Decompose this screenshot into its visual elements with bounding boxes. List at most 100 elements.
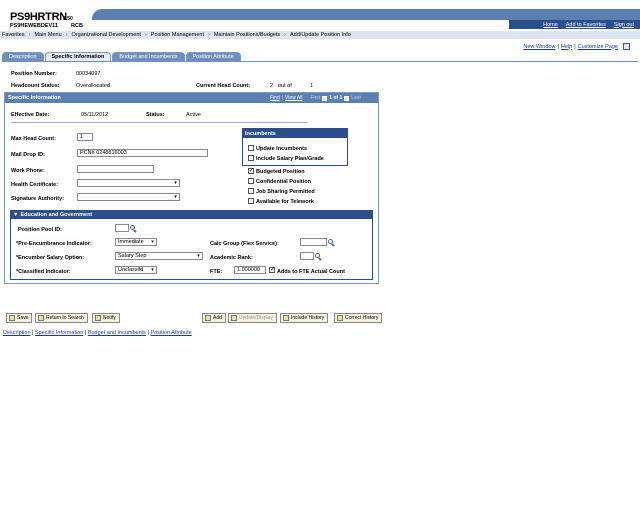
- app-version: 8.50: [63, 16, 73, 22]
- job-sharing-checkbox[interactable]: [248, 188, 254, 194]
- pre-encumbrance-select[interactable]: Immediate ▾: [115, 238, 157, 246]
- page-utility-links: New Window | Help | Customize Page: [523, 43, 630, 50]
- dropdown-arrow-icon: ▾: [174, 180, 177, 186]
- academic-rank-input[interactable]: [300, 252, 314, 260]
- add-button[interactable]: Add: [202, 313, 226, 323]
- next-icon[interactable]: [344, 95, 350, 101]
- find-link[interactable]: Find: [270, 95, 280, 101]
- help-link[interactable]: Help: [561, 44, 572, 50]
- out-of-value: 1: [310, 83, 314, 89]
- academic-rank-lookup-icon[interactable]: [315, 253, 322, 261]
- crumb-maintain-positions[interactable]: Maintain Positions/Budgets: [214, 32, 280, 38]
- add-to-favorites-link[interactable]: Add to Favorites: [566, 22, 606, 28]
- classified-indicator-select[interactable]: Unclassifd ▾: [115, 266, 157, 274]
- encumber-salary-label: *Encumber Salary Option:: [16, 255, 85, 261]
- customize-page-link[interactable]: Customize Page: [578, 44, 618, 50]
- chevron-right-icon: ›: [207, 32, 210, 38]
- divider: [11, 122, 308, 123]
- return-to-search-button[interactable]: Return to Search: [35, 313, 88, 323]
- signature-authority-label: Signature Authority:: [11, 196, 64, 202]
- page-options-icon[interactable]: [623, 43, 630, 50]
- position-pool-label: Position Pool ID:: [18, 227, 62, 233]
- budgeted-position-checkbox[interactable]: ✓: [248, 168, 254, 174]
- tab-specific-information[interactable]: Specific Information: [44, 52, 112, 61]
- crumb-favorites[interactable]: Favorites: [2, 32, 25, 38]
- encumber-salary-select[interactable]: Salary Step ▾: [115, 252, 203, 260]
- update-incumbents-checkbox[interactable]: [248, 145, 254, 151]
- pre-encumbrance-label: *Pre-Encumbrance Indicator:: [16, 241, 92, 247]
- crumb-org-dev[interactable]: Organizational Development: [72, 32, 141, 38]
- mail-drop-label: Mail Drop ID:: [11, 152, 45, 158]
- footer-link-position-attribute[interactable]: Position Attribute: [150, 330, 191, 336]
- app-name: PS9HRTRN: [10, 11, 67, 23]
- position-number-label: Position Number:: [11, 71, 57, 77]
- previous-icon[interactable]: [322, 95, 328, 101]
- update-display-button[interactable]: Update/Display: [228, 313, 277, 323]
- position-pool-input[interactable]: [115, 224, 129, 232]
- first-link[interactable]: First: [310, 95, 320, 101]
- dropdown-arrow-icon: ▾: [151, 239, 154, 245]
- max-head-count-input[interactable]: 1: [77, 133, 93, 141]
- current-head-count-value: 2: [270, 83, 274, 89]
- headcount-status-value: Overallocated: [76, 83, 110, 89]
- effective-date-label: Effective Date:: [11, 112, 50, 118]
- effective-date-value: 05/11/2012: [81, 112, 109, 118]
- telework-label: Available for Telework: [256, 199, 314, 205]
- status-value: Active: [186, 112, 201, 118]
- correct-history-button[interactable]: Correct History: [334, 313, 383, 323]
- save-button[interactable]: Save: [6, 313, 33, 323]
- correct-history-icon: [337, 315, 343, 321]
- position-pool-lookup-icon[interactable]: [130, 225, 137, 233]
- last-link[interactable]: Last: [351, 95, 360, 101]
- work-phone-label: Work Phone:: [11, 168, 45, 174]
- dropdown-arrow-icon: ▾: [151, 267, 154, 273]
- out-of-label: out of: [278, 83, 292, 89]
- confidential-position-checkbox[interactable]: [248, 178, 254, 184]
- crumb-main-menu[interactable]: Main Menu: [34, 32, 61, 38]
- work-phone-input[interactable]: [77, 165, 154, 173]
- include-history-button[interactable]: Include History: [280, 313, 329, 323]
- job-sharing-label: Job Sharing Permitted: [256, 189, 315, 195]
- view-all-link[interactable]: View All: [285, 95, 302, 101]
- footer-page-links: Description | Specific Information | Bud…: [3, 330, 192, 336]
- notify-button[interactable]: Notify: [92, 313, 120, 323]
- new-window-link[interactable]: New Window: [523, 44, 555, 50]
- position-number-value: 00034097: [76, 71, 101, 77]
- crumb-position-mgmt[interactable]: Position Management: [151, 32, 204, 38]
- max-head-count-label: Max Head Count:: [11, 136, 56, 142]
- breadcrumb: Favorites › Main Menu › Organizational Dev…: [0, 31, 640, 39]
- footer-link-specific-information[interactable]: Specific Information: [35, 330, 83, 336]
- save-icon: [9, 315, 15, 321]
- tab-position-attribute[interactable]: Position Attribute: [185, 52, 241, 61]
- calc-group-lookup-icon[interactable]: [328, 239, 335, 247]
- tab-description[interactable]: Description: [2, 52, 44, 61]
- classified-indicator-label: *Classified Indicator:: [16, 269, 71, 275]
- signature-authority-select[interactable]: ▾: [77, 193, 180, 201]
- calc-group-input[interactable]: [300, 238, 327, 246]
- headcount-status-label: Headcount Status:: [11, 83, 60, 89]
- tab-budget-incumbents[interactable]: Budget and Incumbents: [112, 52, 185, 61]
- header-banner: [92, 9, 640, 20]
- home-link[interactable]: Home: [543, 22, 558, 28]
- footer-link-description[interactable]: Description: [3, 330, 31, 336]
- current-head-count-label: Current Head Count:: [196, 83, 251, 89]
- sign-out-link[interactable]: Sign out: [614, 22, 634, 28]
- chevron-right-icon: ›: [284, 32, 287, 38]
- education-header[interactable]: ▼ Education and Government: [10, 210, 373, 219]
- row-range: 1 of 1: [329, 95, 343, 101]
- health-certificate-select[interactable]: ▾: [77, 179, 180, 187]
- include-history-icon: [283, 315, 289, 321]
- mail-drop-input[interactable]: PCN# 0248816003: [77, 149, 208, 157]
- dropdown-arrow-icon: ▾: [197, 253, 200, 259]
- footer-link-budget-incumbents[interactable]: Budget and Incumbents: [88, 330, 146, 336]
- crumb-add-update-position[interactable]: Add/Update Position Info: [290, 32, 351, 38]
- dropdown-arrow-icon: ▾: [174, 194, 177, 200]
- adds-to-fte-checkbox[interactable]: ✓: [269, 267, 275, 273]
- include-salary-checkbox[interactable]: [248, 155, 254, 161]
- update-incumbents-label: Update Incumbents: [256, 146, 308, 152]
- collapse-triangle-icon: ▼: [13, 211, 19, 218]
- panel-navigation: Find | View All First 1 of 1 Last: [270, 95, 361, 101]
- chevron-right-icon: ›: [28, 32, 31, 38]
- telework-checkbox[interactable]: [248, 198, 254, 204]
- fte-input[interactable]: 1.000000: [234, 266, 266, 274]
